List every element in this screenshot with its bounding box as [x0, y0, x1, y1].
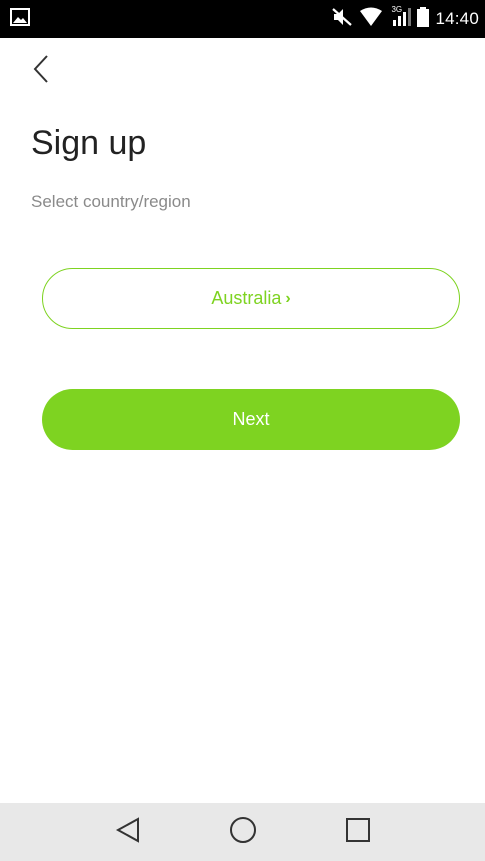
- country-select-button[interactable]: Australia ›: [42, 268, 460, 329]
- back-button[interactable]: [26, 54, 56, 88]
- status-right: 3G 14:40: [331, 4, 479, 32]
- next-button[interactable]: Next: [42, 389, 460, 450]
- signal-icon: 3G: [389, 4, 412, 32]
- nav-recents-button[interactable]: [338, 812, 378, 852]
- wifi-icon: [359, 7, 383, 32]
- gallery-icon: [10, 7, 30, 31]
- status-left: [10, 7, 30, 31]
- nav-back-button[interactable]: [108, 812, 148, 852]
- mute-icon: [331, 7, 353, 32]
- network-type-label: 3G: [391, 4, 403, 14]
- back-triangle-icon: [114, 816, 142, 849]
- app-header: [0, 38, 485, 98]
- battery-icon: [417, 6, 430, 32]
- page-title: Sign up: [31, 124, 147, 162]
- country-value: Australia: [211, 288, 282, 308]
- recents-square-icon: [344, 816, 372, 849]
- nav-home-button[interactable]: [223, 812, 263, 852]
- page-subtitle: Select country/region: [31, 192, 191, 211]
- home-circle-icon: [228, 815, 258, 850]
- status-time: 14:40: [435, 9, 479, 28]
- system-nav-bar: [0, 803, 485, 861]
- chevron-left-icon: [31, 54, 51, 89]
- chevron-right-icon: ›: [285, 289, 291, 307]
- status-bar: 3G 14:40: [0, 0, 485, 38]
